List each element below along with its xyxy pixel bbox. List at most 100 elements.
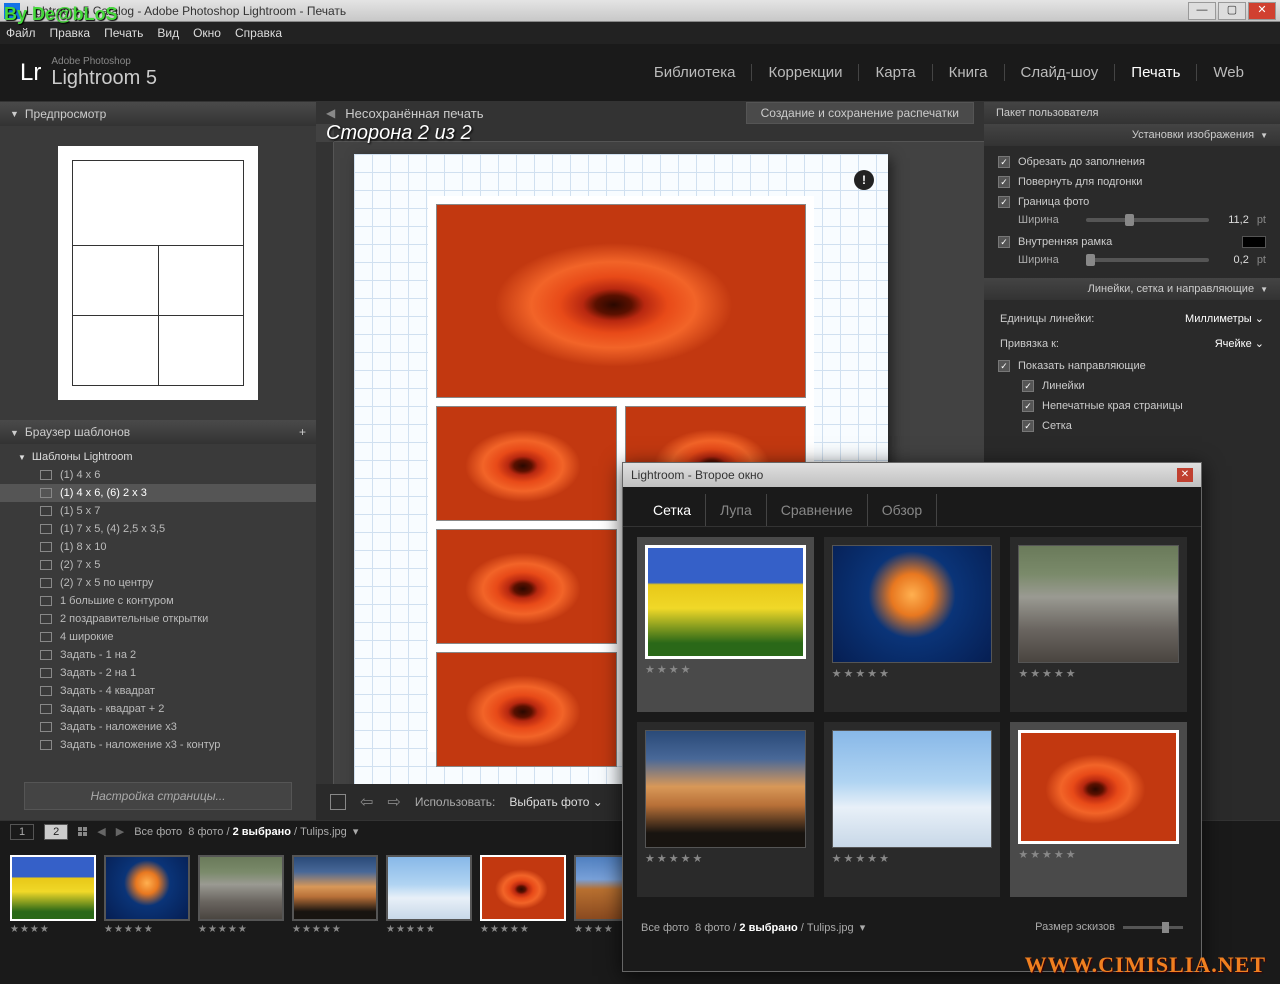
warning-icon[interactable]: ! — [854, 170, 874, 190]
template-item[interactable]: 2 поздравительные открытки — [0, 610, 316, 628]
filmstrip-thumb[interactable]: ★★★★ — [10, 855, 96, 935]
grid-thumb[interactable]: ★★★★★ — [637, 722, 814, 897]
module-Коррекции[interactable]: Коррекции — [752, 64, 859, 81]
module-Книга[interactable]: Книга — [933, 64, 1005, 81]
grid-thumb[interactable]: ★★★★★ — [824, 537, 1001, 712]
maximize-button[interactable]: ▢ — [1218, 2, 1246, 20]
minimize-button[interactable]: — — [1188, 2, 1216, 20]
panel-header-rulers[interactable]: Линейки, сетка и направляющие▼ — [984, 278, 1280, 300]
template-item[interactable]: 4 широкие — [0, 628, 316, 646]
close-button[interactable]: ✕ — [1248, 2, 1276, 20]
grid-thumb[interactable]: ★★★★★ — [1010, 537, 1187, 712]
show-guides-checkbox[interactable]: ✓Показать направляющие — [998, 356, 1266, 376]
identity-plate-bar: Lr Adobe Photoshop Lightroom 5 Библиотек… — [0, 44, 1280, 102]
filmstrip-thumb[interactable]: ★★★★★ — [198, 855, 284, 935]
stop-icon[interactable] — [330, 794, 346, 810]
next-page-icon[interactable]: ⇨ — [387, 792, 400, 812]
inner-stroke-color[interactable] — [1242, 236, 1266, 248]
inner-width-slider[interactable]: Ширина0,2pt — [998, 252, 1266, 272]
module-Web[interactable]: Web — [1197, 64, 1260, 81]
template-group[interactable]: ▼Шаблоны Lightroom — [0, 448, 316, 466]
filmstrip-thumb[interactable]: ★★★★★ — [292, 855, 378, 935]
rulers-checkbox[interactable]: ✓Линейки — [998, 376, 1266, 396]
template-item[interactable]: 1 большие с контуром — [0, 592, 316, 610]
module-Слайд-шоу[interactable]: Слайд-шоу — [1005, 64, 1116, 81]
prev-arrow-icon[interactable]: ◀ — [97, 825, 105, 838]
module-Библиотека[interactable]: Библиотека — [638, 64, 753, 81]
next-arrow-icon[interactable]: ▶ — [116, 825, 124, 838]
photo-border-checkbox[interactable]: ✓Граница фото — [998, 192, 1266, 212]
tab-grid[interactable]: Сетка — [639, 494, 706, 526]
filmstrip-source[interactable]: Все фото 8 фото / 2 выбрано / Tulips.jpg… — [134, 825, 358, 838]
brand: Lr Adobe Photoshop Lightroom 5 — [20, 56, 157, 90]
tab-compare[interactable]: Сравнение — [767, 494, 868, 526]
chevron-left-icon[interactable]: ◀ — [326, 106, 335, 120]
print-cell[interactable] — [436, 529, 617, 644]
template-item[interactable]: Задать - наложение x3 - контур — [0, 736, 316, 754]
crop-to-fill-checkbox[interactable]: ✓Обрезать до заполнения — [998, 152, 1266, 172]
second-window-titlebar[interactable]: Lightroom - Второе окно ✕ — [623, 463, 1201, 487]
template-item[interactable]: (1) 8 x 10 — [0, 538, 316, 556]
template-item[interactable]: Задать - 2 на 1 — [0, 664, 316, 682]
panel-header-package[interactable]: Пакет пользователя — [984, 102, 1280, 124]
grid-thumb[interactable]: ★★★★★ — [1010, 722, 1187, 897]
tab-loupe[interactable]: Лупа — [706, 494, 767, 526]
watermark-overlay: By De@bLoS — [4, 4, 118, 25]
second-window-close-icon[interactable]: ✕ — [1177, 468, 1193, 482]
menubar: Файл Правка Печать Вид Окно Справка — [0, 22, 1280, 44]
menu-window[interactable]: Окно — [193, 26, 221, 40]
module-Карта[interactable]: Карта — [859, 64, 932, 81]
filmstrip-thumb[interactable]: ★★★★★ — [480, 855, 566, 935]
second-window: Lightroom - Второе окно ✕ Сетка Лупа Сра… — [622, 462, 1202, 972]
sw-source[interactable]: Все фото 8 фото / 2 выбрано / Tulips.jpg… — [641, 921, 865, 934]
template-item[interactable]: Задать - квадрат + 2 — [0, 700, 316, 718]
grid-thumb[interactable]: ★★★★★ — [824, 722, 1001, 897]
thumbnail-size-slider[interactable] — [1123, 926, 1183, 929]
inner-stroke-checkbox[interactable]: ✓Внутренняя рамка — [998, 232, 1266, 252]
filmstrip-thumb[interactable]: ★★★★★ — [104, 855, 190, 935]
window-2-button[interactable]: 2 — [44, 824, 68, 840]
module-Печать[interactable]: Печать — [1115, 64, 1197, 81]
menu-file[interactable]: Файл — [6, 26, 36, 40]
rotate-to-fit-checkbox[interactable]: ✓Повернуть для подгонки — [998, 172, 1266, 192]
create-saved-print-button[interactable]: Создание и сохранение распечатки — [746, 102, 974, 124]
template-item[interactable]: (1) 4 x 6 — [0, 466, 316, 484]
template-item[interactable]: Задать - 4 квадрат — [0, 682, 316, 700]
unsaved-print-label: Несохранённая печать — [345, 106, 735, 121]
menu-view[interactable]: Вид — [157, 26, 179, 40]
filmstrip-thumb[interactable]: ★★★★★ — [386, 855, 472, 935]
snap-to-dropdown[interactable]: Привязка к:Ячейке ⌄ — [998, 331, 1266, 356]
panel-header-image-settings[interactable]: Установки изображения▼ — [984, 124, 1280, 146]
add-template-icon[interactable]: + — [299, 425, 306, 439]
template-item[interactable]: (2) 7 x 5 — [0, 556, 316, 574]
grid-view-icon[interactable] — [78, 827, 87, 836]
template-item[interactable]: Задать - 1 на 2 — [0, 646, 316, 664]
template-browser-header[interactable]: ▼Браузер шаблонов + — [0, 420, 316, 444]
ruler-units-dropdown[interactable]: Единицы линейки:Миллиметры ⌄ — [998, 306, 1266, 331]
template-item[interactable]: (1) 7 x 5, (4) 2,5 x 3,5 — [0, 520, 316, 538]
page-setup-button[interactable]: Настройка страницы... — [24, 782, 292, 810]
preview-header[interactable]: ▼Предпросмотр — [0, 102, 316, 126]
use-dropdown[interactable]: Выбрать фото ⌄ — [509, 795, 602, 809]
template-item[interactable]: Задать - наложение x3 — [0, 718, 316, 736]
bleed-checkbox[interactable]: ✓Непечатные края страницы — [998, 396, 1266, 416]
page-indicator: Сторона 2 из 2 — [326, 124, 472, 145]
template-item[interactable]: (2) 7 x 5 по центру — [0, 574, 316, 592]
grid-checkbox[interactable]: ✓Сетка — [998, 416, 1266, 436]
brand-name: Lightroom 5 — [51, 67, 157, 90]
print-cell[interactable] — [436, 204, 806, 398]
menu-print[interactable]: Печать — [104, 26, 143, 40]
window-1-button[interactable]: 1 — [10, 824, 34, 840]
second-window-grid[interactable]: ★★★★★★★★★★★★★★★★★★★★★★★★★★★★★ — [623, 527, 1201, 907]
menu-help[interactable]: Справка — [235, 26, 282, 40]
grid-thumb[interactable]: ★★★★ — [637, 537, 814, 712]
print-cell[interactable] — [436, 652, 617, 767]
menu-edit[interactable]: Правка — [50, 26, 91, 40]
tab-survey[interactable]: Обзор — [868, 494, 937, 526]
prev-page-icon[interactable]: ⇦ — [360, 792, 373, 812]
border-width-slider[interactable]: Ширина11,2pt — [998, 212, 1266, 232]
second-window-bottom-bar: Все фото 8 фото / 2 выбрано / Tulips.jpg… — [623, 907, 1201, 947]
print-cell[interactable] — [436, 406, 617, 521]
template-item[interactable]: (1) 4 x 6, (6) 2 x 3 — [0, 484, 316, 502]
template-item[interactable]: (1) 5 x 7 — [0, 502, 316, 520]
